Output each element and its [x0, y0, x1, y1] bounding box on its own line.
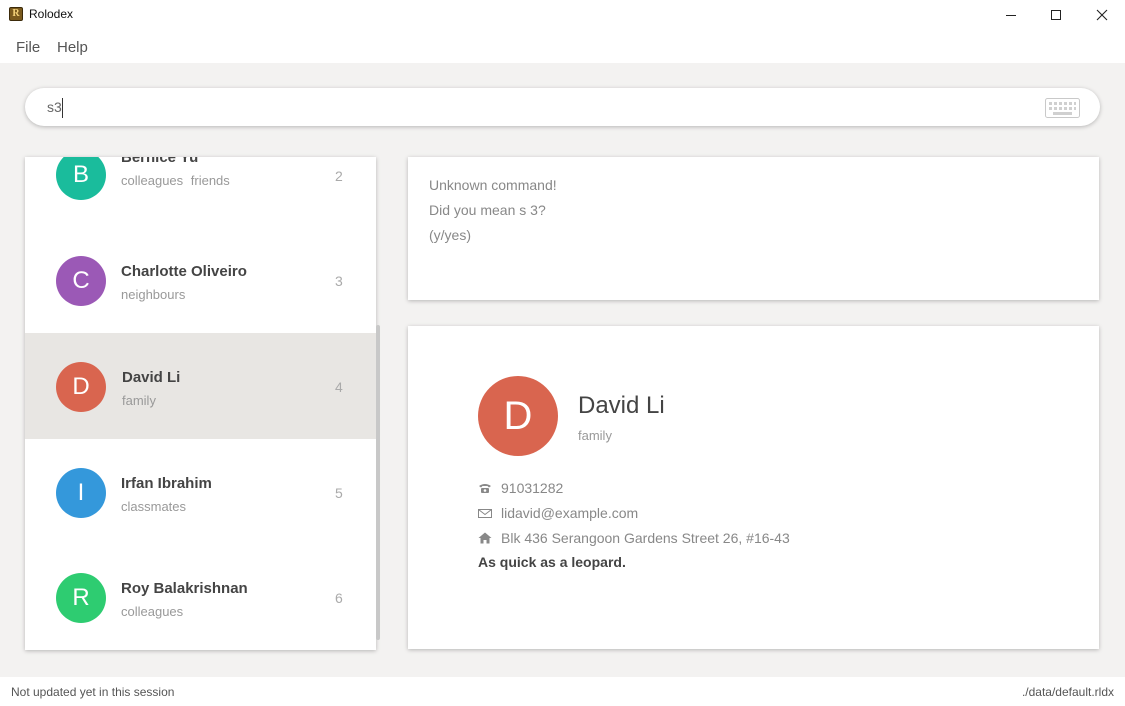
status-bar: Not updated yet in this session ./data/d… — [0, 677, 1125, 706]
person-name: Charlotte Oliveiro — [121, 263, 247, 280]
menu-file[interactable]: File — [16, 39, 40, 56]
person-tags: classmates — [121, 499, 187, 514]
home-icon — [478, 532, 492, 544]
person-name: Irfan Ibrahim — [121, 475, 212, 492]
detail-remark: As quick as a leopard. — [478, 554, 626, 570]
person-tags: neighbours — [121, 287, 186, 302]
person-card-charlotte-oliveiro[interactable]: C Charlotte Oliveiro neighbours 3 — [25, 228, 376, 334]
result-line-1: Unknown command! — [429, 177, 557, 193]
person-index: 4 — [335, 379, 343, 395]
person-name: Roy Balakrishnan — [121, 580, 248, 597]
detail-avatar: D — [478, 376, 558, 456]
detail-tags: family — [578, 428, 612, 443]
sync-status: Not updated yet in this session — [11, 685, 175, 699]
person-tags: family — [122, 393, 156, 408]
detail-name: David Li — [578, 392, 665, 419]
person-tags: colleagues friends — [121, 173, 230, 188]
person-name: Bernice Yu — [121, 157, 199, 166]
detail-address-row: Blk 436 Serangoon Gardens Street 26, #16… — [478, 529, 790, 547]
save-location: ./data/default.rldx — [1021, 685, 1114, 699]
person-tags: colleagues — [121, 604, 184, 619]
avatar: B — [56, 157, 106, 200]
phone-icon — [479, 484, 491, 493]
command-box — [25, 88, 1100, 126]
keyboard-icon[interactable] — [1045, 98, 1080, 118]
maximize-button[interactable] — [1033, 0, 1079, 30]
detail-email: lidavid@example.com — [501, 505, 639, 521]
person-index: 6 — [335, 590, 343, 606]
command-input[interactable] — [47, 97, 1027, 117]
person-name: David Li — [122, 369, 181, 386]
minimize-icon — [1006, 14, 1016, 16]
person-card-bernice-yu[interactable]: B Bernice Yu colleagues friends 2 — [25, 157, 376, 229]
menu-help[interactable]: Help — [57, 39, 88, 56]
app-icon: R — [9, 7, 23, 21]
person-index: 2 — [335, 168, 343, 184]
result-display: Unknown command! Did you mean s 3? (y/ye… — [408, 157, 1099, 300]
list-scrollbar[interactable] — [376, 325, 380, 640]
result-line-2: Did you mean s 3? — [429, 202, 546, 218]
minimize-button[interactable] — [988, 0, 1034, 30]
result-line-3: (y/yes) — [429, 227, 471, 243]
detail-phone: 91031282 — [501, 480, 564, 496]
email-icon — [478, 509, 492, 518]
person-card-irfan-ibrahim[interactable]: I Irfan Ibrahim classmates 5 — [25, 439, 376, 545]
title-bar: R Rolodex — [0, 0, 1125, 30]
detail-email-row: lidavid@example.com — [478, 504, 638, 522]
text-caret — [62, 98, 63, 118]
avatar: I — [56, 468, 106, 518]
person-index: 5 — [335, 485, 343, 501]
avatar: R — [56, 573, 106, 623]
person-list[interactable]: B Bernice Yu colleagues friends 2 C Char… — [25, 157, 376, 650]
detail-phone-row: 91031282 — [478, 479, 563, 497]
avatar: C — [56, 256, 106, 306]
person-detail-panel: D David Li family 91031282 lidavid@examp… — [408, 326, 1099, 649]
close-button[interactable] — [1079, 0, 1125, 30]
person-index: 3 — [335, 273, 343, 289]
person-card-david-li[interactable]: D David Li family 4 — [25, 333, 376, 439]
avatar: D — [56, 362, 106, 412]
detail-address: Blk 436 Serangoon Gardens Street 26, #16… — [501, 530, 790, 546]
close-icon — [1096, 9, 1108, 21]
maximize-icon — [1051, 10, 1061, 20]
menu-bar: File Help — [0, 30, 1125, 63]
person-card-roy-balakrishnan[interactable]: R Roy Balakrishnan colleagues 6 — [25, 545, 376, 650]
window-title: Rolodex — [29, 7, 74, 21]
